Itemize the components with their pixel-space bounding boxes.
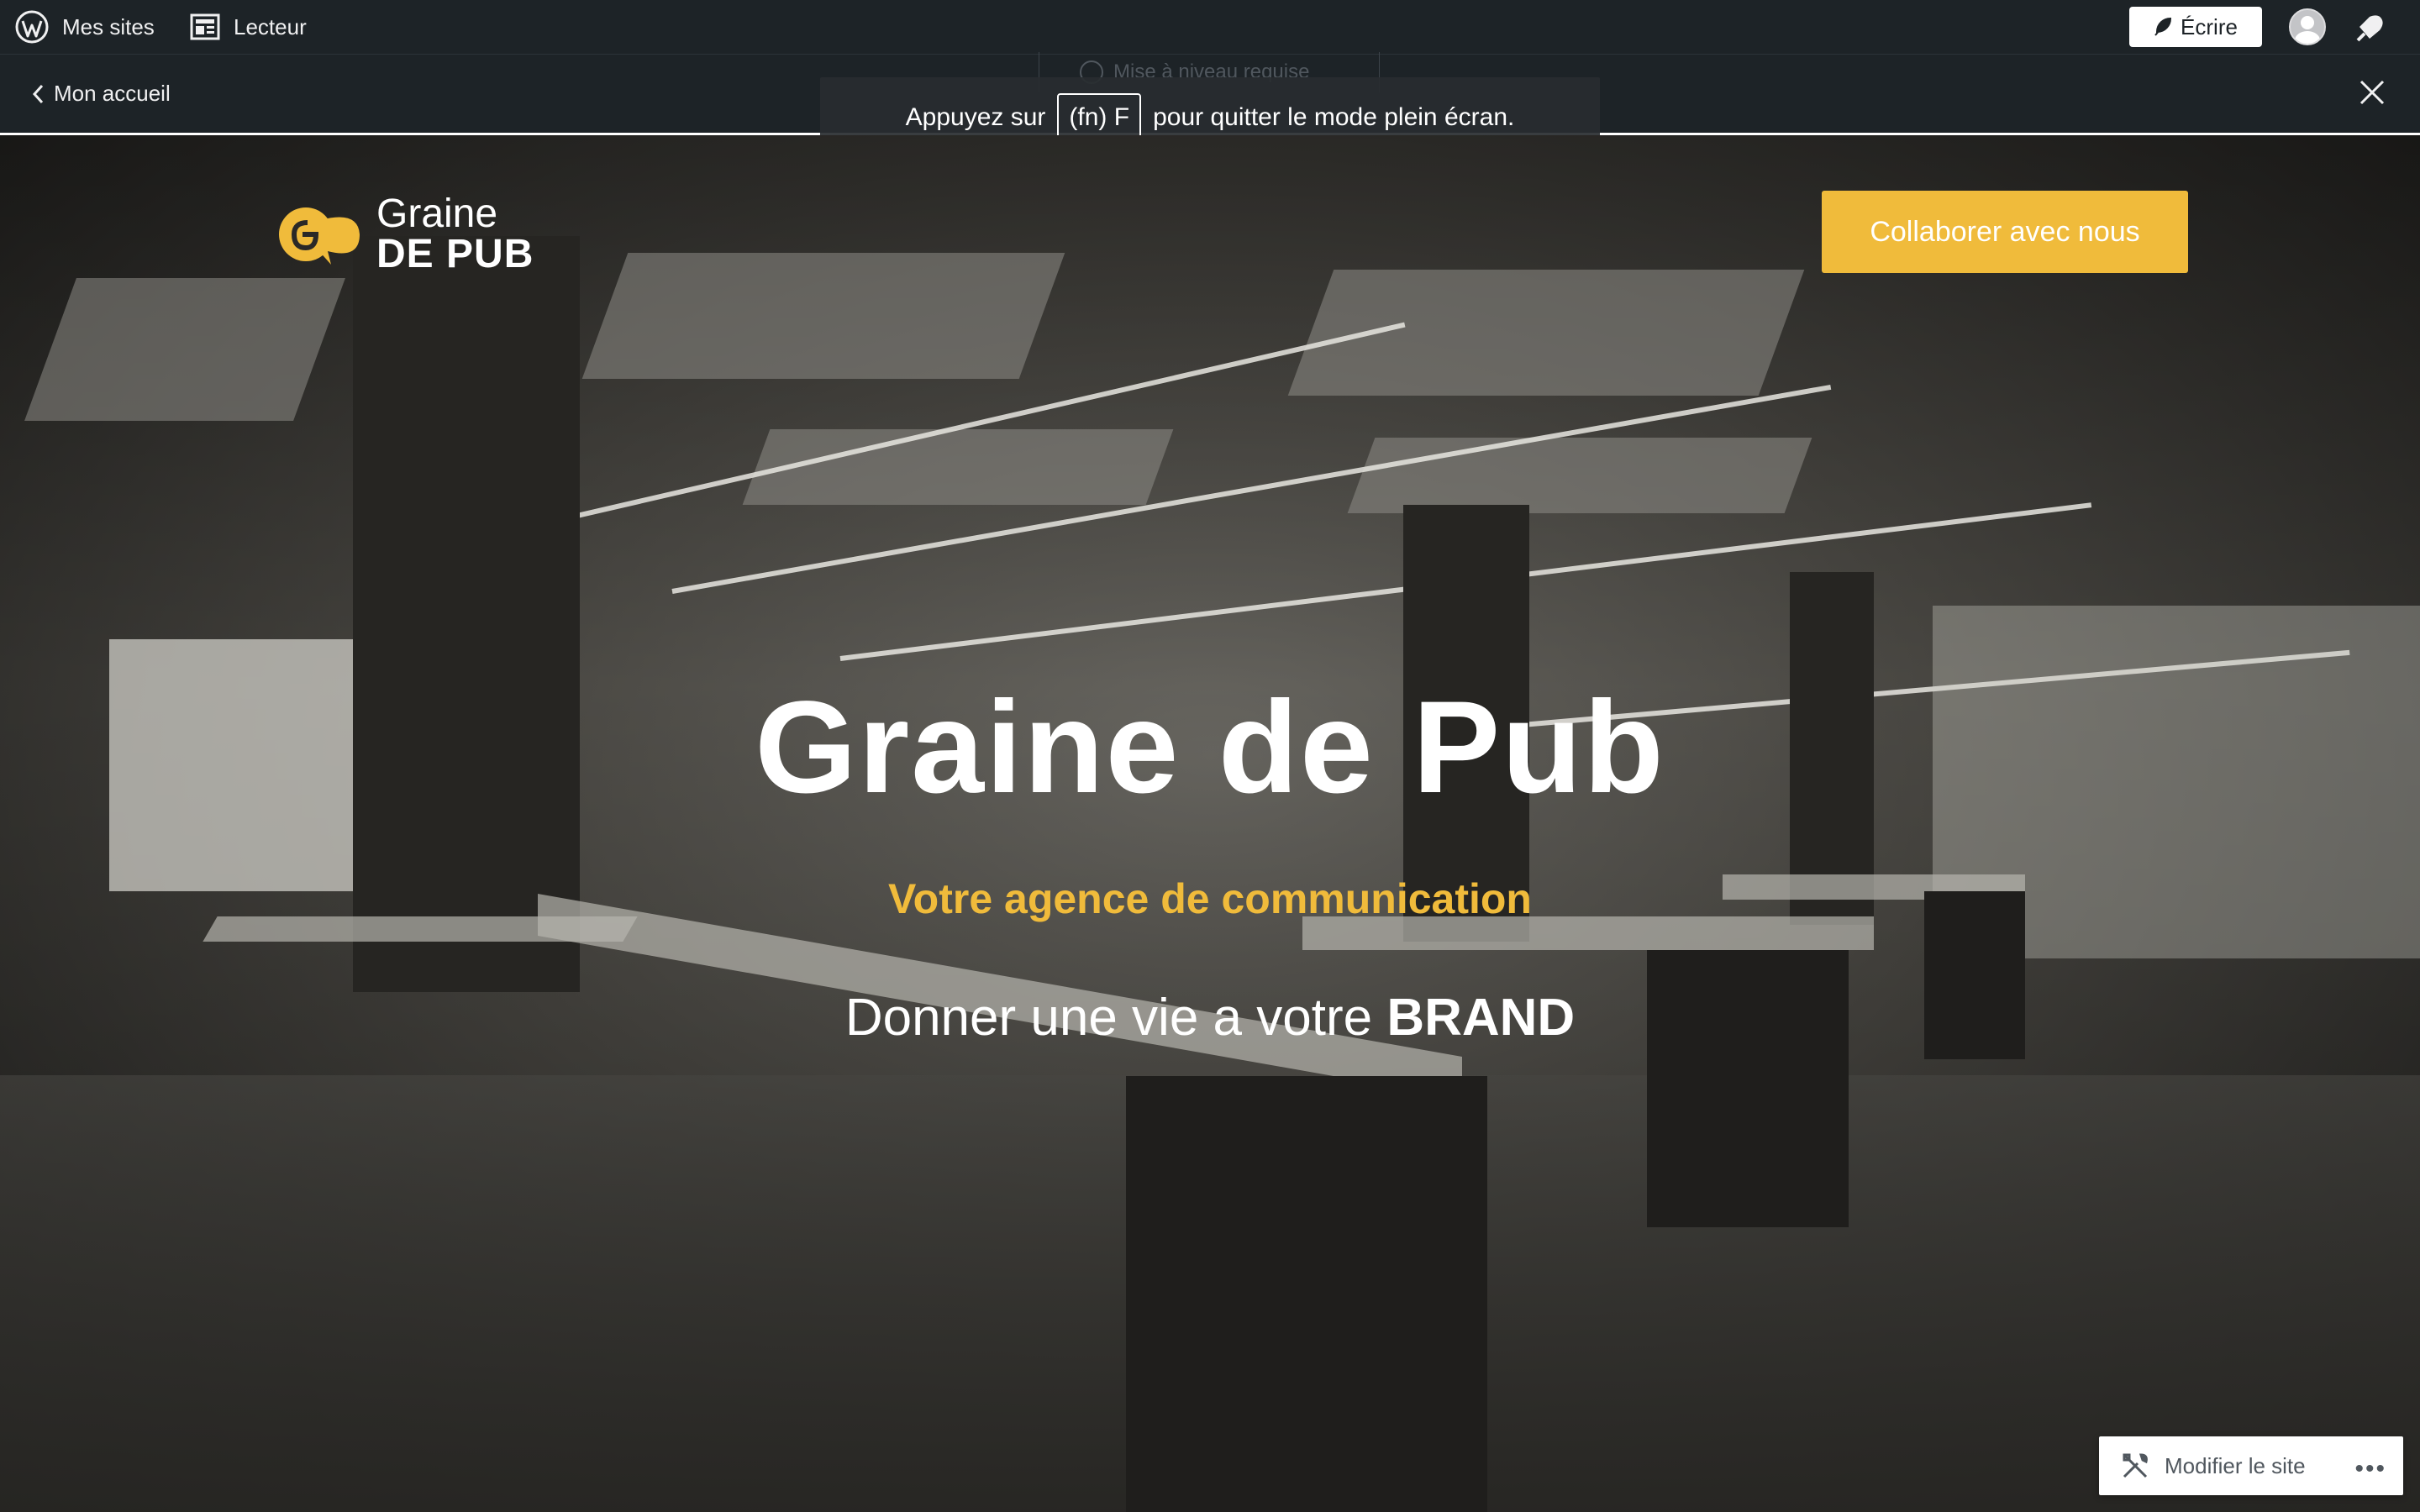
reader-icon: [190, 13, 220, 40]
hero-section: Graine DE PUB Collaborer avec nous Grain…: [0, 135, 2420, 1512]
reader-menu[interactable]: Lecteur: [190, 0, 307, 54]
more-options-icon[interactable]: •••: [2354, 1455, 2386, 1483]
back-to-home-link[interactable]: Mon accueil: [32, 55, 171, 133]
write-button[interactable]: Écrire: [2129, 7, 2262, 47]
tagline-bold: BRAND: [1386, 989, 1576, 1047]
toast-text-after: pour quitter le mode plein écran.: [1153, 103, 1515, 131]
graine-logo-icon: [279, 207, 360, 265]
hero-title: Graine de Pub: [755, 675, 1665, 821]
ceiling-panel: [581, 253, 1065, 379]
back-label: Mon accueil: [54, 81, 171, 106]
tools-icon: [2123, 1453, 2148, 1478]
site-logo[interactable]: Graine DE PUB: [277, 194, 534, 275]
toast-text-before: Appuyez sur: [905, 103, 1046, 131]
admin-bar: Mes sites Lecteur Écrire: [0, 0, 2420, 55]
chevron-left-icon: [32, 84, 44, 103]
modify-site-label: Modifier le site: [2165, 1452, 2306, 1478]
hero-tagline: Donner une vie a votre BRAND: [0, 988, 2420, 1047]
logo-text-bottom: DE PUB: [376, 232, 534, 276]
close-icon[interactable]: [2358, 78, 2386, 107]
logo-text-top: Graine: [376, 192, 498, 236]
desk-base: [1126, 1076, 1487, 1512]
write-label: Écrire: [2181, 13, 2238, 39]
my-sites-menu[interactable]: Mes sites: [15, 0, 155, 54]
tagline-start: Donner une vie a votre: [844, 989, 1373, 1047]
ceiling-panel: [24, 278, 345, 421]
notifications-icon[interactable]: [2353, 10, 2388, 44]
modify-site-bar[interactable]: Modifier le site •••: [2099, 1436, 2403, 1495]
wordpress-icon: [15, 10, 49, 44]
feather-icon: [2154, 17, 2172, 36]
avatar[interactable]: [2289, 8, 2326, 45]
collaborate-button[interactable]: Collaborer avec nous: [1822, 191, 2188, 273]
my-sites-label: Mes sites: [62, 13, 155, 39]
hero-subtitle: Votre agence de communication: [888, 875, 1532, 922]
ceiling-panel: [1347, 438, 1812, 513]
reader-label: Lecteur: [234, 13, 307, 39]
ceiling-panel: [742, 429, 1174, 505]
